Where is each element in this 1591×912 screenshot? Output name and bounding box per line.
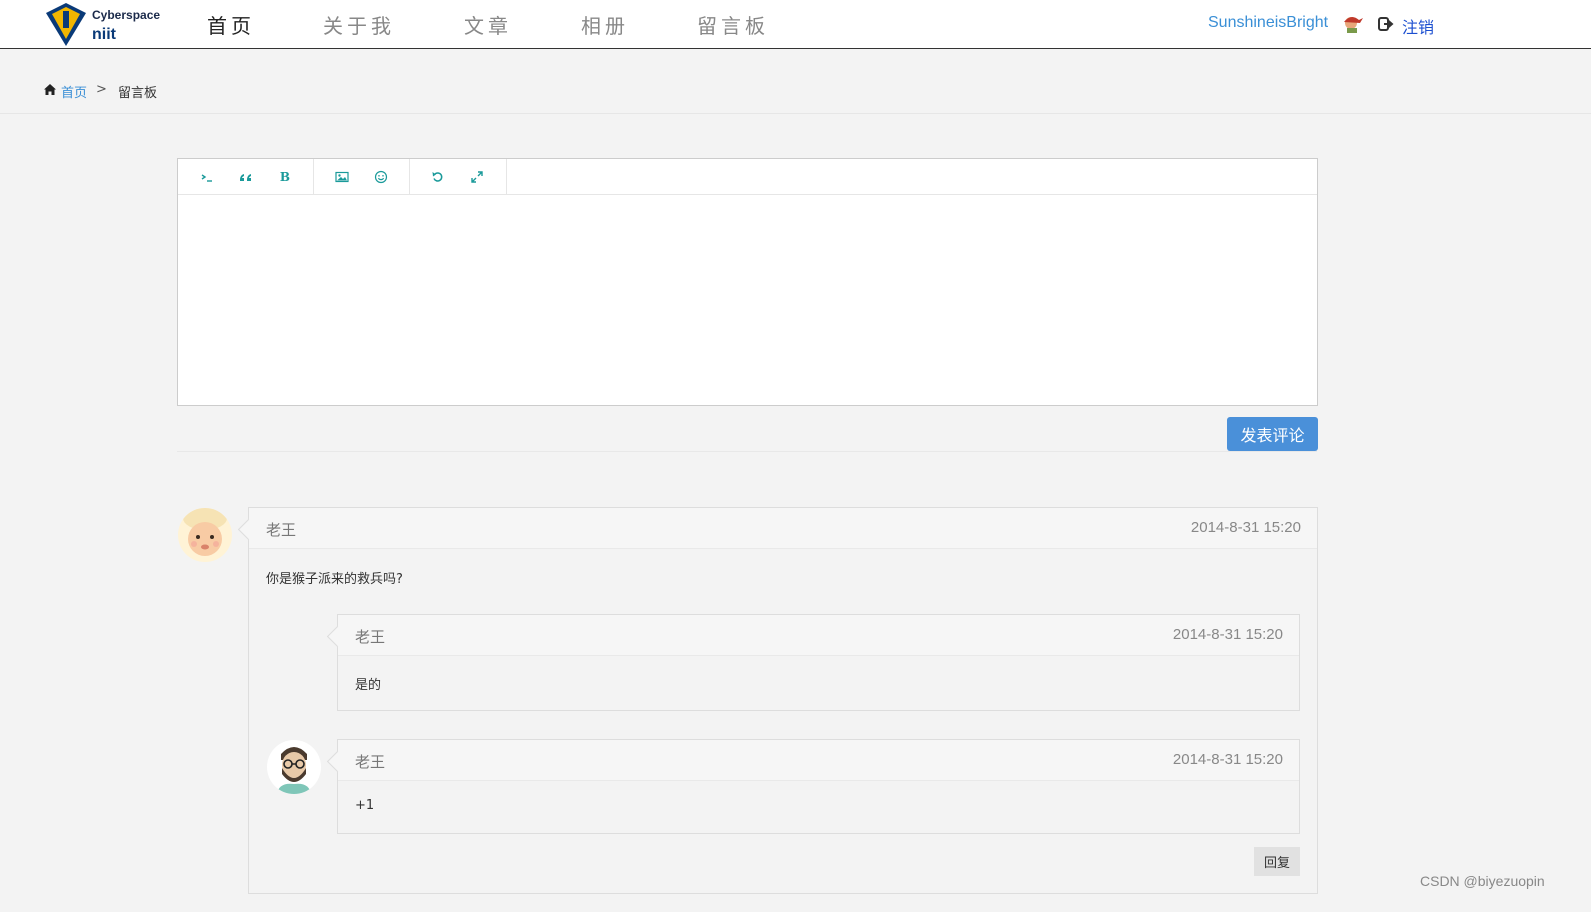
- reply-header: 老王 2014-8-31 15:20: [338, 615, 1299, 656]
- avatar: [178, 508, 232, 562]
- comment-time: 2014-8-31 15:20: [1190, 519, 1301, 536]
- logo-shield-icon: [46, 3, 86, 46]
- logo-text-line1: Cyberspace: [92, 8, 161, 22]
- nav-guestbook[interactable]: 留言板: [697, 10, 769, 39]
- comment-header: 老王 2014-8-31 15:20: [249, 508, 1317, 549]
- editor-textarea[interactable]: [178, 195, 1317, 405]
- divider: [177, 451, 1317, 452]
- user-avatar-icon: [1344, 16, 1363, 33]
- logout-link[interactable]: 注销: [1402, 14, 1434, 38]
- editor-toolbar: B: [178, 159, 1317, 195]
- reply-header: 老王 2014-8-31 15:20: [338, 740, 1299, 781]
- undo-icon[interactable]: [429, 168, 447, 186]
- logout-icon[interactable]: [1378, 17, 1394, 31]
- reply-author[interactable]: 老王: [355, 751, 385, 772]
- site-logo[interactable]: Cyberspace niit: [44, 1, 174, 47]
- nav-articles[interactable]: 文章: [464, 10, 512, 39]
- breadcrumb-separator: >: [96, 82, 107, 97]
- comment-card: 老王 2014-8-31 15:20 你是猴子派来的救兵吗? 老王 2014-8…: [237, 507, 1318, 894]
- reply-time: 2014-8-31 15:20: [1172, 626, 1283, 643]
- comment-text: 你是猴子派来的救兵吗?: [266, 572, 403, 587]
- nav-album[interactable]: 相册: [581, 10, 629, 39]
- bold-icon[interactable]: B: [276, 168, 294, 186]
- breadcrumb-home-link[interactable]: 首页: [61, 82, 87, 101]
- baby-avatar-icon: [178, 508, 232, 562]
- breadcrumb-current: 留言板: [118, 86, 158, 101]
- toolbar-group-view: [409, 159, 507, 194]
- reply-card: 老王 2014-8-31 15:20 +1: [326, 739, 1300, 834]
- emoji-icon[interactable]: [372, 168, 390, 186]
- comment-editor: B: [177, 158, 1318, 406]
- nav-home[interactable]: 首页: [207, 10, 255, 39]
- image-icon[interactable]: [333, 168, 351, 186]
- home-icon: [44, 84, 56, 95]
- top-navbar: Cyberspace niit 首页 关于我 文章 相册 留言板 Sunshin…: [0, 0, 1591, 49]
- bearded-man-avatar-icon: [267, 740, 321, 794]
- reply-text: 是的: [355, 678, 382, 693]
- toolbar-group-insert: [313, 159, 410, 194]
- code-icon[interactable]: [198, 168, 216, 186]
- logo-text-line2: niit: [92, 26, 116, 43]
- quote-icon[interactable]: [237, 168, 255, 186]
- toolbar-group-format: B: [178, 159, 314, 194]
- divider: [0, 113, 1591, 114]
- comment-author[interactable]: 老王: [266, 519, 296, 540]
- reply-time: 2014-8-31 15:20: [1172, 751, 1283, 768]
- watermark: CSDN @biyezuopin: [1420, 873, 1545, 889]
- submit-comment-button[interactable]: 发表评论: [1227, 417, 1318, 451]
- fullscreen-icon[interactable]: [468, 168, 486, 186]
- reply-text: +1: [355, 798, 375, 813]
- avatar: [267, 740, 321, 794]
- reply-card: 老王 2014-8-31 15:20 是的: [326, 614, 1300, 711]
- nav-about[interactable]: 关于我: [323, 10, 395, 39]
- username-link[interactable]: SunshineisBright: [1208, 14, 1328, 32]
- reply-author[interactable]: 老王: [355, 626, 385, 647]
- reply-button[interactable]: 回复: [1254, 847, 1300, 876]
